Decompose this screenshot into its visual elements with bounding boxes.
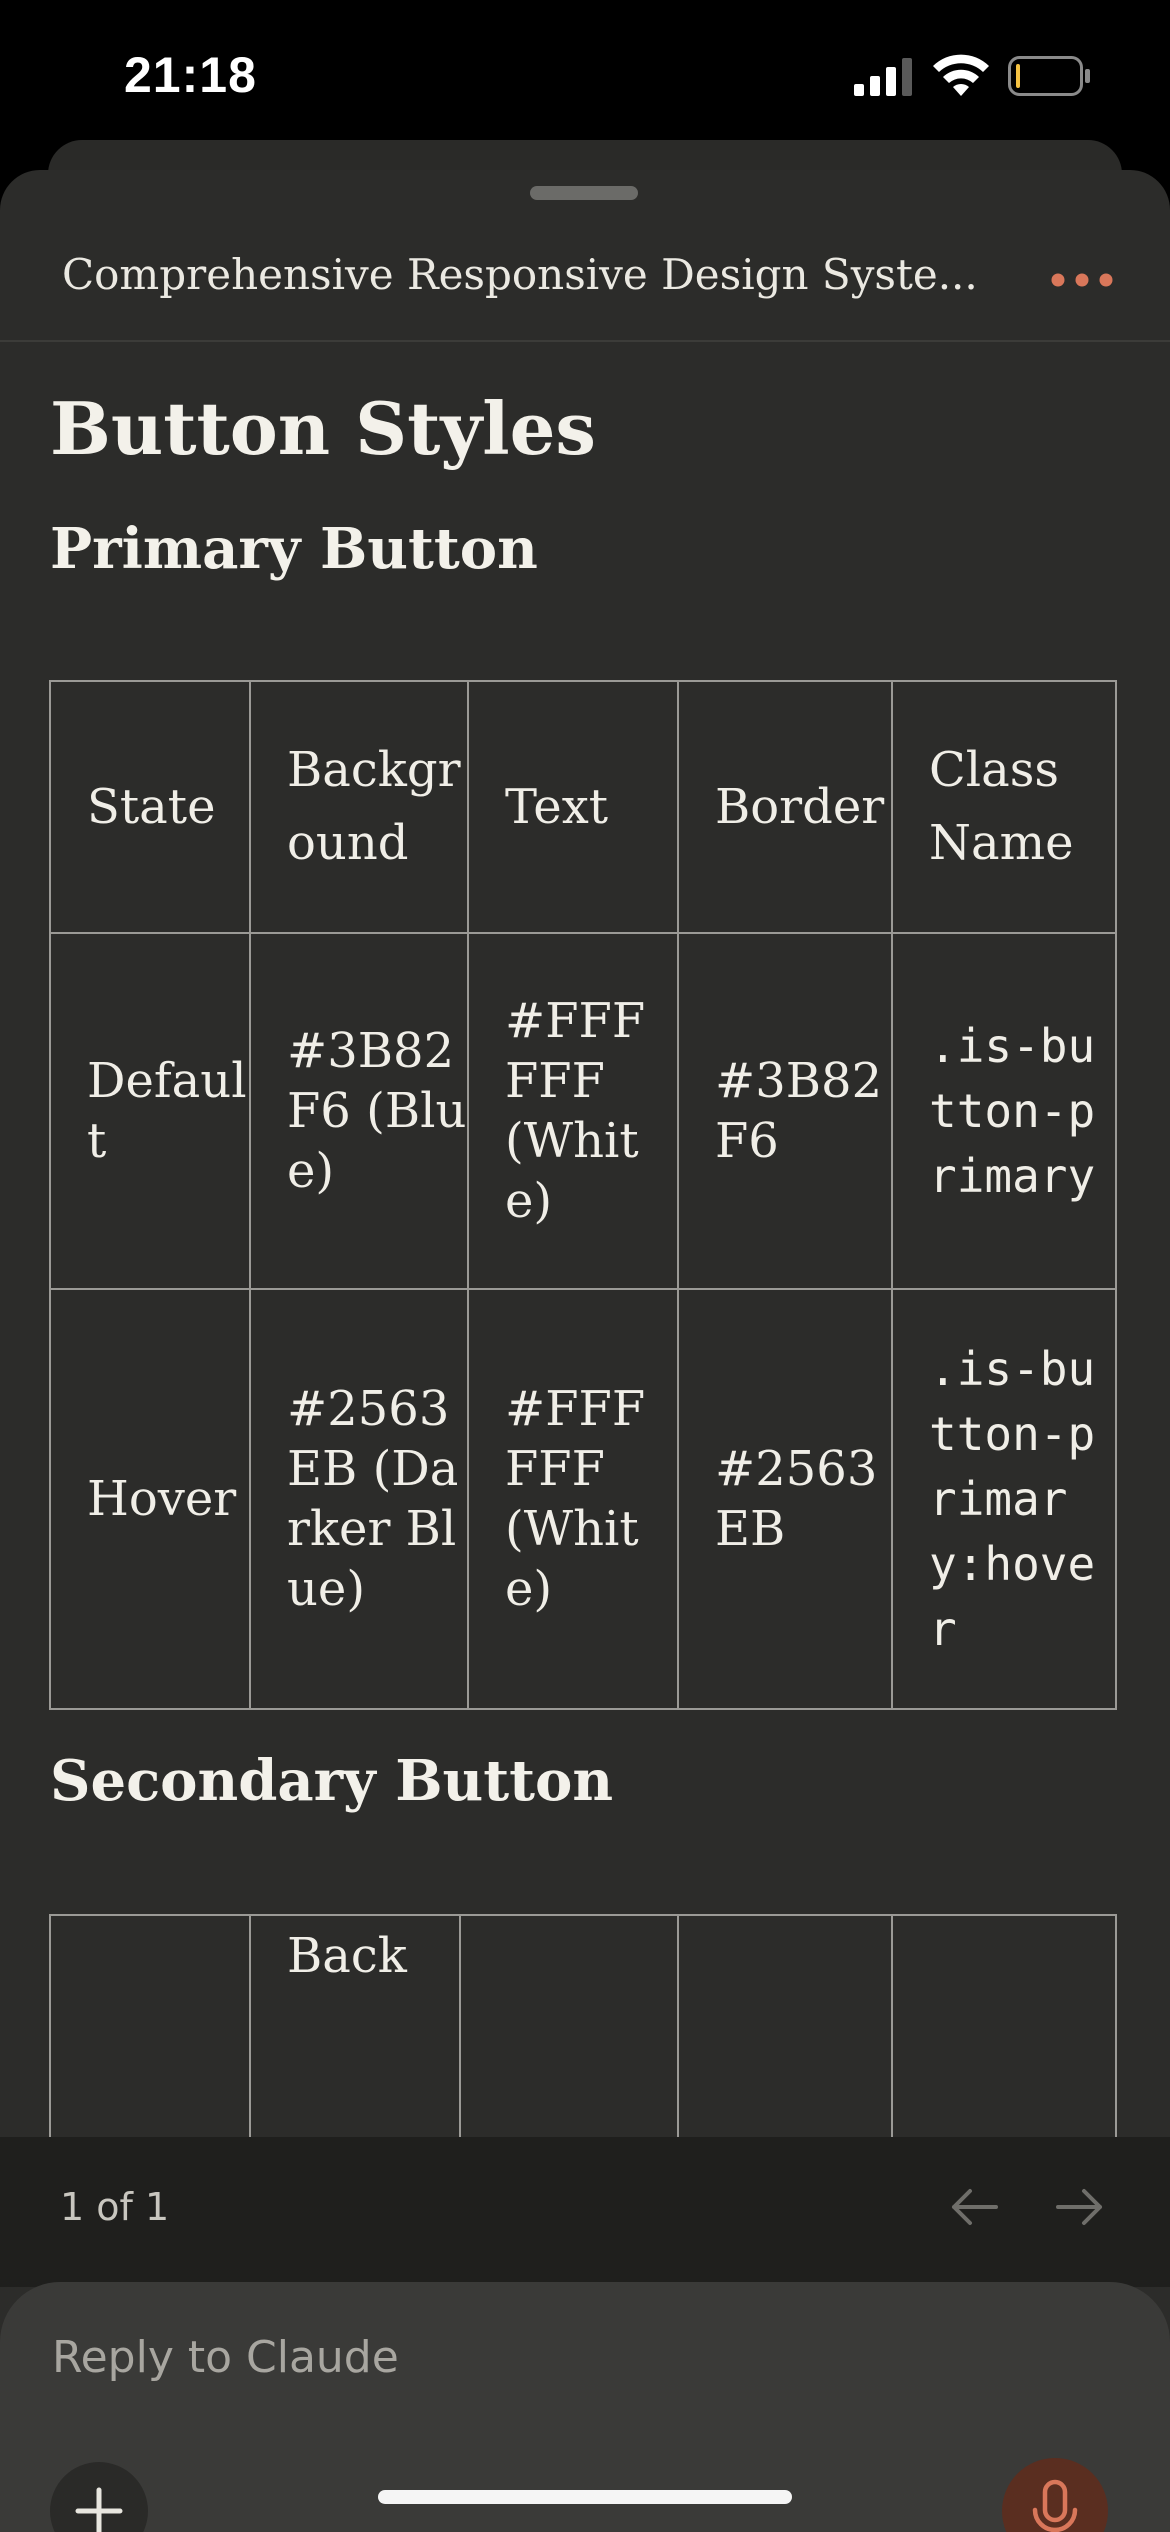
microphone-button[interactable] — [1002, 2458, 1108, 2532]
artifact-sheet: Comprehensive Responsive Design Syste...… — [0, 170, 1170, 2532]
plus-icon — [75, 2487, 123, 2532]
primary-button-table: State Background Text Border Class Name … — [49, 680, 1117, 1710]
column-header-border: Border — [677, 680, 893, 934]
cell-class-name: .is-button-primary — [891, 932, 1117, 1290]
more-icon[interactable] — [1048, 262, 1116, 298]
cell-state: Hover — [49, 1288, 251, 1710]
column-header — [677, 1914, 893, 2137]
column-header — [891, 1914, 1117, 2137]
wifi-icon — [933, 54, 989, 96]
document-content: Button Styles Primary Button State Backg… — [0, 342, 1170, 2137]
cell-state: Default — [49, 932, 251, 1290]
cell-class-name: .is-button-primary:hover — [891, 1288, 1117, 1710]
primary-button-heading: Primary Button — [50, 516, 538, 582]
table-header-row: State Background Text Border Class Name — [49, 680, 1117, 934]
status-bar: 21:18 — [0, 0, 1170, 150]
reply-input[interactable] — [52, 2332, 952, 2383]
table-row: Hover #2563EB (Darker Blue) #FFFFFF (Whi… — [49, 1288, 1117, 1710]
column-header-text: Text — [467, 680, 679, 934]
column-header-state: State — [49, 680, 251, 934]
cell-background: #3B82F6 (Blue) — [249, 932, 469, 1290]
column-header — [459, 1914, 679, 2137]
secondary-button-table: Back — [49, 1914, 1117, 2137]
cell-border: #2563EB — [677, 1288, 893, 1710]
arrow-left-icon[interactable] — [946, 2179, 1002, 2235]
cell-background: #2563EB (Darker Blue) — [249, 1288, 469, 1710]
document-title: Comprehensive Responsive Design Syste... — [62, 250, 978, 299]
sheet-header: Comprehensive Responsive Design Syste... — [0, 210, 1170, 342]
secondary-button-heading: Secondary Button — [50, 1748, 614, 1814]
column-header-class-name: Class Name — [891, 680, 1117, 934]
column-header-background: Back — [249, 1914, 461, 2137]
pager-bar: 1 of 1 — [0, 2137, 1170, 2287]
column-header — [49, 1914, 251, 2137]
sheet-grabber[interactable] — [530, 186, 638, 200]
page-heading: Button Styles — [50, 386, 596, 471]
home-indicator — [378, 2490, 792, 2504]
status-time: 21:18 — [124, 47, 257, 103]
cell-text: #FFFFFF (White) — [467, 1288, 679, 1710]
add-attachment-button[interactable] — [50, 2462, 148, 2532]
column-header-background: Background — [249, 680, 469, 934]
signal-icon — [854, 58, 912, 96]
arrow-right-icon[interactable] — [1052, 2179, 1108, 2235]
table-row: Default #3B82F6 (Blue) #FFFFFF (White) #… — [49, 932, 1117, 1290]
page-count: 1 of 1 — [60, 2185, 170, 2229]
table-header-row: Back — [49, 1914, 1117, 2137]
cell-text: #FFFFFF (White) — [467, 932, 679, 1290]
battery-icon — [1008, 56, 1090, 96]
cell-border: #3B82F6 — [677, 932, 893, 1290]
microphone-icon — [1032, 2479, 1078, 2532]
